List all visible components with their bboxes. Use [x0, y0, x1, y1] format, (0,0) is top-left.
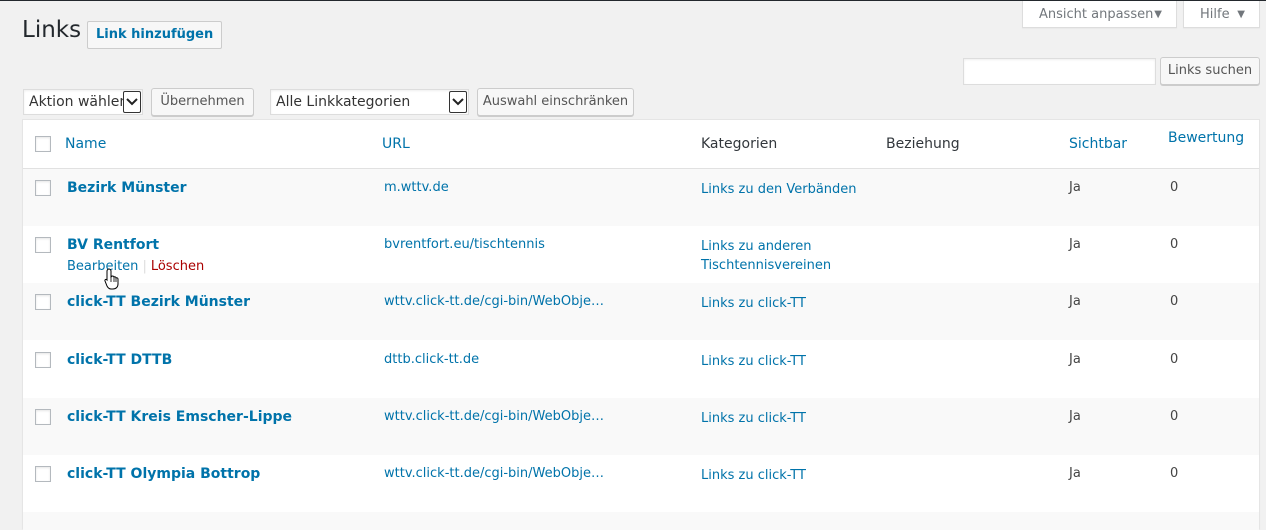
- page-title: Links: [22, 17, 82, 43]
- link-visible: Ja: [1069, 352, 1081, 367]
- caret-down-icon: ▼: [1154, 9, 1162, 20]
- row-actions-separator: |: [142, 259, 147, 274]
- link-url[interactable]: wttv.click-tt.de/cgi-bin/WebObje…: [384, 294, 604, 309]
- link-visible: Ja: [1069, 180, 1081, 195]
- table-row: click-TT Bezirk Münster wttv.click-tt.de…: [23, 283, 1259, 340]
- category-text: Links zu den Verbänden: [701, 182, 857, 197]
- link-name[interactable]: click-TT Bezirk Münster: [67, 294, 250, 310]
- link-visible: Ja: [1069, 237, 1081, 252]
- link-category[interactable]: Links zu click-TT: [701, 352, 806, 371]
- link-rating: 0: [1170, 294, 1179, 309]
- link-category[interactable]: Links zu click-TT: [701, 466, 806, 485]
- bulk-action-select[interactable]: Aktion wählen: [23, 89, 143, 115]
- row-checkbox[interactable]: [35, 352, 51, 368]
- link-url[interactable]: dttb.click-tt.de: [384, 352, 479, 367]
- delete-link[interactable]: Löschen: [151, 259, 204, 274]
- link-category[interactable]: Links zu den Verbänden: [701, 180, 857, 199]
- link-rating: 0: [1170, 466, 1179, 481]
- table-row: BV Rentfort Bearbeiten | Löschen bvrentfor…: [23, 226, 1259, 283]
- column-url[interactable]: URL: [382, 136, 410, 152]
- column-categories: Kategorien: [701, 136, 778, 152]
- row-checkbox[interactable]: [35, 180, 51, 196]
- link-name[interactable]: click-TT Kreis Emscher-Lippe: [67, 409, 292, 425]
- link-url[interactable]: wttv.click-tt.de/cgi-bin/WebObje…: [384, 409, 604, 424]
- table-row: [23, 512, 1259, 530]
- table-row: click-TT DTTB dttb.click-tt.de Links zu …: [23, 341, 1259, 398]
- links-table: Name URL Kategorien Beziehung Sichtbar B…: [22, 119, 1260, 530]
- row-checkbox[interactable]: [35, 409, 51, 425]
- table-row: Bezirk Münster m.wttv.de Links zu den Ve…: [23, 169, 1259, 226]
- link-rating: 0: [1170, 352, 1179, 367]
- row-checkbox[interactable]: [35, 237, 51, 253]
- category-filter-select[interactable]: Alle Linkkategorien: [270, 89, 469, 115]
- filter-button[interactable]: Auswahl einschränken: [477, 88, 634, 116]
- chevron-down-icon: [123, 91, 141, 113]
- category-text: Links zu anderen: [701, 239, 812, 254]
- link-url[interactable]: wttv.click-tt.de/cgi-bin/WebObje…: [384, 466, 604, 481]
- search-input[interactable]: [963, 58, 1156, 85]
- category-text: Tischtennisvereinen: [701, 258, 832, 273]
- link-category[interactable]: Links zu click-TT: [701, 409, 806, 428]
- column-name[interactable]: Name: [65, 136, 106, 152]
- link-name[interactable]: click-TT DTTB: [67, 352, 172, 368]
- table-row: click-TT Olympia Bottrop wttv.click-tt.d…: [23, 455, 1259, 512]
- chevron-down-icon: [449, 91, 467, 113]
- category-text: Links zu click-TT: [701, 411, 806, 426]
- link-category[interactable]: Links zu click-TT: [701, 294, 806, 313]
- apply-button[interactable]: Übernehmen: [151, 88, 254, 116]
- help-label: Hilfe: [1200, 7, 1230, 22]
- caret-down-icon: ▼: [1237, 9, 1245, 20]
- link-rating: 0: [1170, 237, 1179, 252]
- row-actions: Bearbeiten | Löschen: [67, 259, 204, 274]
- category-text: Links zu click-TT: [701, 354, 806, 369]
- link-category[interactable]: Links zu anderen Tischtennisvereinen: [701, 237, 831, 275]
- help-button[interactable]: Hilfe ▼: [1183, 1, 1260, 28]
- category-filter-value: Alle Linkkategorien: [276, 94, 411, 110]
- table-row: click-TT Kreis Emscher-Lippe wttv.click-…: [23, 398, 1259, 455]
- category-text: Links zu click-TT: [701, 468, 806, 483]
- bulk-action-value: Aktion wählen: [29, 94, 129, 110]
- add-link-button[interactable]: Link hinzufügen: [87, 21, 223, 49]
- link-rating: 0: [1170, 409, 1179, 424]
- link-visible: Ja: [1069, 294, 1081, 309]
- screen-options-label: Ansicht anpassen: [1039, 7, 1154, 22]
- screen-options-button[interactable]: Ansicht anpassen ▼: [1022, 1, 1177, 28]
- link-rating: 0: [1170, 180, 1179, 195]
- search-links-button[interactable]: Links suchen: [1160, 57, 1260, 85]
- column-rating[interactable]: Bewertung: [1168, 130, 1244, 146]
- row-checkbox[interactable]: [35, 294, 51, 310]
- link-url[interactable]: bvrentfort.eu/tischtennis: [384, 237, 545, 252]
- link-url[interactable]: m.wttv.de: [384, 180, 449, 195]
- link-visible: Ja: [1069, 466, 1081, 481]
- column-visible[interactable]: Sichtbar: [1069, 136, 1127, 152]
- category-text: Links zu click-TT: [701, 296, 806, 311]
- edit-link[interactable]: Bearbeiten: [67, 259, 138, 274]
- row-checkbox[interactable]: [35, 466, 51, 482]
- table-header: Name URL Kategorien Beziehung Sichtbar B…: [23, 120, 1259, 169]
- hand-pointer-icon: [104, 268, 119, 290]
- link-name[interactable]: Bezirk Münster: [67, 180, 187, 196]
- link-name[interactable]: click-TT Olympia Bottrop: [67, 466, 260, 482]
- select-all-checkbox[interactable]: [35, 136, 51, 152]
- link-visible: Ja: [1069, 409, 1081, 424]
- column-relationship: Beziehung: [886, 136, 960, 152]
- link-name[interactable]: BV Rentfort: [67, 237, 159, 253]
